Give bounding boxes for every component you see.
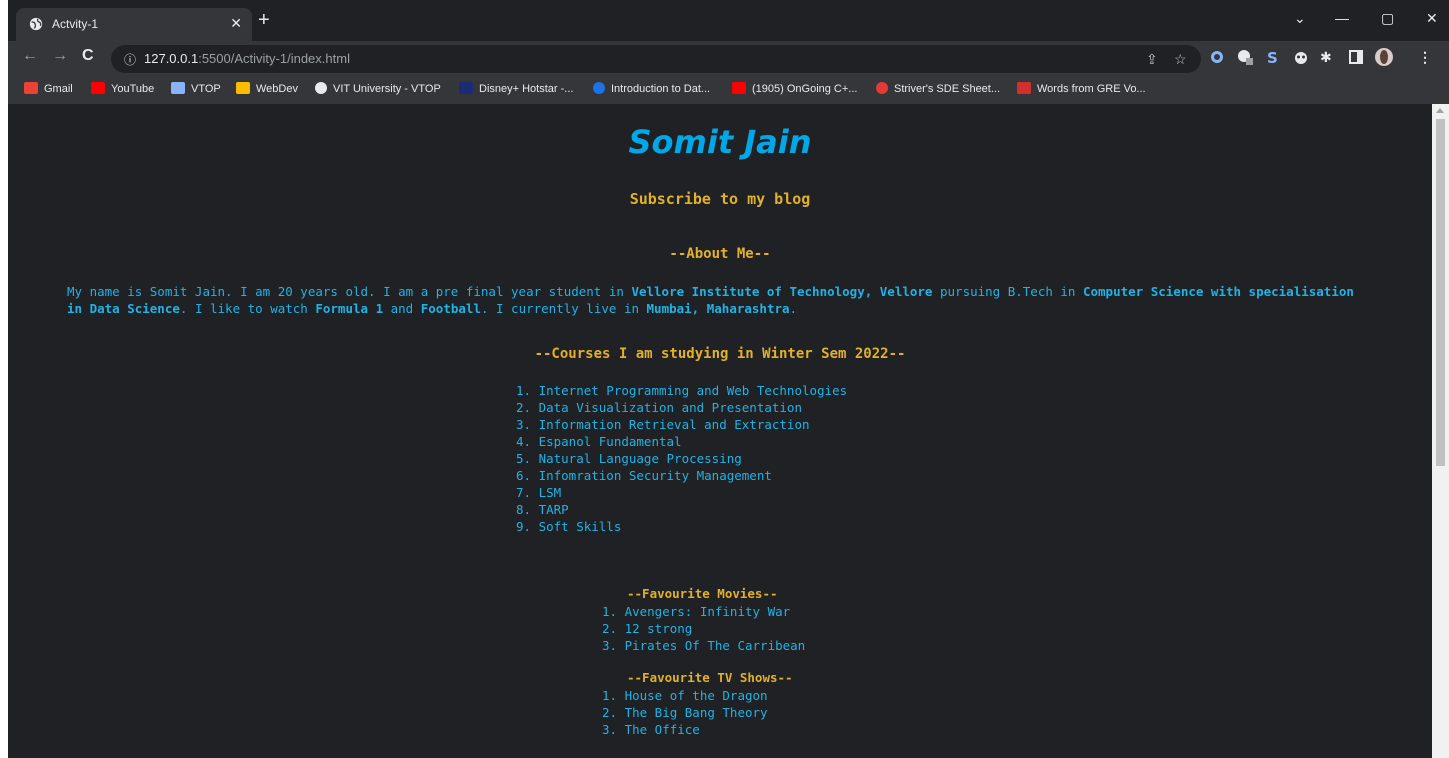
bookmark-gre-words[interactable]: Words from GRE Vo... — [1017, 82, 1146, 98]
bookmarks-bar: Gmail YouTube VTOP WebDev VIT University… — [8, 76, 1449, 105]
list-item: 9. Soft Skills — [516, 519, 622, 534]
about-paragraph: My name is Somit Jain. I am 20 years old… — [67, 284, 1354, 316]
share-icon[interactable]: ⇪ — [1146, 51, 1158, 68]
about-heading: --About Me-- — [669, 246, 771, 262]
side-panel-icon[interactable] — [1348, 49, 1364, 65]
back-arrow-icon[interactable]: ← — [22, 48, 38, 64]
window-edge — [0, 0, 8, 758]
forward-arrow-icon[interactable]: → — [52, 48, 68, 64]
extension-raccoon-icon[interactable] — [1293, 49, 1309, 65]
list-item: 1. Avengers: Infinity War — [602, 604, 791, 619]
courses-heading: --Courses I am studying in Winter Sem 20… — [534, 346, 906, 362]
bookmark-ongoing-cpp[interactable]: (1905) OnGoing C+... — [732, 82, 857, 98]
globe-icon — [315, 82, 327, 94]
list-item: 7. LSM — [516, 485, 562, 500]
list-item: 2. The Big Bang Theory — [602, 705, 768, 720]
extension-lens-icon[interactable] — [1237, 49, 1253, 65]
list-item: 6. Infomration Security Management — [516, 468, 772, 483]
menu-kebab-icon[interactable]: ⋮ — [1418, 49, 1432, 66]
list-item: 4. Espanol Fundamental — [516, 434, 682, 449]
bookmark-webdev[interactable]: WebDev — [236, 82, 298, 98]
browser-chrome: Actvity-1 ✕ + ⌄ — ▢ ✕ ← → C ⓘ 127.0.0.1:… — [8, 0, 1449, 105]
info-icon[interactable]: ⓘ — [124, 51, 136, 68]
profile-avatar[interactable] — [1374, 47, 1394, 67]
scroll-up-arrow-icon[interactable] — [1436, 108, 1444, 113]
list-item: 2. 12 strong — [602, 621, 693, 636]
vtop-icon — [171, 82, 185, 94]
gmail-icon — [24, 82, 38, 94]
tv-shows-list: 1. House of the Dragon 2. The Big Bang T… — [602, 687, 768, 738]
bookmark-vtop[interactable]: VTOP — [171, 82, 221, 98]
reload-icon[interactable]: C — [82, 48, 94, 64]
svg-text:S: S — [1267, 49, 1278, 65]
toolbar: ← → C ⓘ 127.0.0.1:5500/Activity-1/index.… — [8, 41, 1449, 76]
globe-icon — [29, 17, 43, 31]
bookmark-star-icon[interactable]: ☆ — [1174, 51, 1187, 68]
close-tab-icon[interactable]: ✕ — [230, 15, 242, 32]
tv-shows-heading: --Favourite TV Shows-- — [627, 670, 793, 685]
bookmark-disney-hotstar[interactable]: Disney+ Hotstar -... — [459, 82, 573, 98]
list-item: 3. Pirates Of The Carribean — [602, 638, 806, 653]
url-text: 127.0.0.1:5500/Activity-1/index.html — [144, 51, 350, 66]
page-title: Somit Jain — [628, 123, 812, 161]
page-content: Somit Jain Subscribe to my blog --About … — [8, 104, 1432, 758]
bookmark-striver-sde[interactable]: Striver's SDE Sheet... — [876, 82, 1000, 98]
hotstar-icon — [459, 82, 473, 94]
coursera-icon — [593, 82, 605, 94]
minimize-button[interactable]: — — [1335, 10, 1349, 26]
courses-list: 1. Internet Programming and Web Technolo… — [516, 382, 847, 535]
movies-heading: --Favourite Movies-- — [627, 586, 778, 601]
bookmark-vit-university[interactable]: VIT University - VTOP — [315, 82, 441, 98]
list-item: 3. The Office — [602, 722, 700, 737]
bookmark-gmail[interactable]: Gmail — [24, 82, 73, 98]
tab-strip: Actvity-1 ✕ + ⌄ — ▢ ✕ — [8, 0, 1449, 41]
subscribe-heading: Subscribe to my blog — [629, 190, 811, 208]
list-item: 8. TARP — [516, 502, 569, 517]
list-item: 1. House of the Dragon — [602, 688, 768, 703]
extension-circle-icon[interactable] — [1209, 49, 1225, 65]
tab-activity-1[interactable]: Actvity-1 ✕ — [16, 8, 252, 41]
extension-s-icon[interactable]: S — [1265, 49, 1281, 65]
movies-list: 1. Avengers: Infinity War 2. 12 strong 3… — [602, 603, 805, 654]
bookmark-youtube[interactable]: YouTube — [91, 82, 154, 98]
new-tab-button[interactable]: + — [258, 10, 270, 30]
list-item: 2. Data Visualization and Presentation — [516, 400, 802, 415]
address-bar[interactable]: ⓘ 127.0.0.1:5500/Activity-1/index.html ⇪… — [111, 45, 1201, 73]
tab-search-chevron-icon[interactable]: ⌄ — [1294, 10, 1306, 27]
extensions-puzzle-icon[interactable]: ✱ — [1320, 49, 1332, 66]
maximize-button[interactable]: ▢ — [1381, 10, 1394, 27]
list-item: 1. Internet Programming and Web Technolo… — [516, 383, 848, 398]
scrollbar-thumb[interactable] — [1436, 119, 1445, 466]
youtube-icon — [732, 82, 746, 94]
list-item: 5. Natural Language Processing — [516, 451, 742, 466]
tab-title: Actvity-1 — [52, 17, 99, 31]
bookmark-intro-data[interactable]: Introduction to Dat... — [593, 82, 710, 98]
vertical-scrollbar[interactable] — [1432, 104, 1449, 758]
youtube-icon — [91, 82, 105, 94]
list-item: 3. Information Retrieval and Extraction — [516, 417, 810, 432]
takeuforward-icon — [876, 82, 888, 94]
close-window-button[interactable]: ✕ — [1426, 10, 1438, 27]
drive-icon — [236, 82, 250, 94]
b-icon — [1017, 82, 1031, 94]
